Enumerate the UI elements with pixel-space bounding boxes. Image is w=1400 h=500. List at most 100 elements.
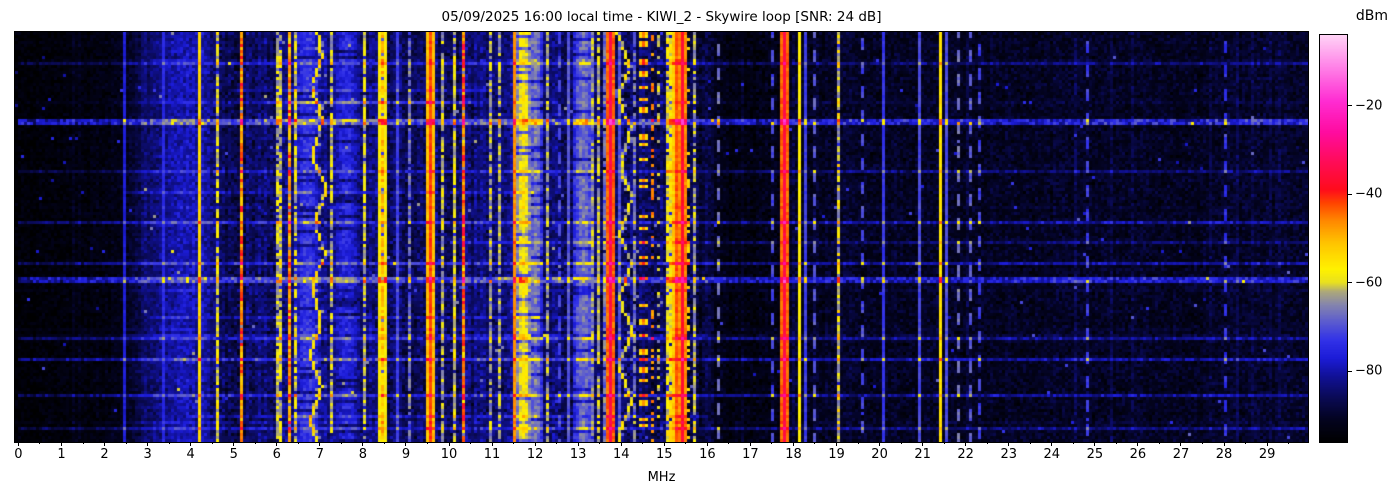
x-minor-tick bbox=[384, 442, 385, 444]
x-tick-label: 3 bbox=[143, 447, 151, 462]
x-major-tick bbox=[578, 442, 579, 446]
x-minor-tick bbox=[1116, 442, 1117, 444]
x-minor-tick bbox=[728, 442, 729, 444]
x-tick-label: 23 bbox=[1000, 447, 1017, 462]
x-tick-label: 18 bbox=[785, 447, 802, 462]
x-major-tick bbox=[1137, 442, 1138, 446]
x-tick-label: 29 bbox=[1259, 447, 1276, 462]
x-tick-label: 7 bbox=[316, 447, 324, 462]
x-minor-tick bbox=[169, 442, 170, 444]
x-tick-label: 1 bbox=[57, 447, 65, 462]
x-minor-tick bbox=[427, 442, 428, 444]
colorbar-tick bbox=[1348, 194, 1352, 195]
x-major-tick bbox=[621, 442, 622, 446]
x-tick-label: 5 bbox=[230, 447, 238, 462]
spectrogram-window: 05/09/2025 16:00 local time - KIWI_2 - S… bbox=[0, 0, 1400, 500]
x-minor-tick bbox=[83, 442, 84, 444]
x-axis-label: MHz bbox=[15, 470, 1308, 485]
x-major-tick bbox=[535, 442, 536, 446]
x-tick-label: 12 bbox=[527, 447, 544, 462]
x-major-tick bbox=[879, 442, 880, 446]
x-major-tick bbox=[1267, 442, 1268, 446]
x-minor-tick bbox=[341, 442, 342, 444]
x-major-tick bbox=[1224, 442, 1225, 446]
x-major-tick bbox=[1051, 442, 1052, 446]
x-major-tick bbox=[362, 442, 363, 446]
x-minor-tick bbox=[1288, 442, 1289, 444]
x-minor-tick bbox=[556, 442, 557, 444]
x-minor-tick bbox=[987, 442, 988, 444]
x-tick-label: 2 bbox=[100, 447, 108, 462]
x-tick-label: 20 bbox=[871, 447, 888, 462]
x-tick-label: 11 bbox=[484, 447, 501, 462]
colorbar-unit-label: dBm bbox=[1347, 8, 1397, 24]
x-tick-label: 21 bbox=[914, 447, 931, 462]
colorbar-tick bbox=[1348, 282, 1352, 283]
x-major-tick bbox=[319, 442, 320, 446]
x-tick-label: 8 bbox=[359, 447, 367, 462]
x-tick-label: 26 bbox=[1130, 447, 1147, 462]
x-tick-label: 22 bbox=[957, 447, 974, 462]
x-major-tick bbox=[449, 442, 450, 446]
plot-title: 05/09/2025 16:00 local time - KIWI_2 - S… bbox=[15, 9, 1308, 25]
x-major-tick bbox=[836, 442, 837, 446]
x-tick-label: 24 bbox=[1044, 447, 1061, 462]
x-major-tick bbox=[190, 442, 191, 446]
x-minor-tick bbox=[771, 442, 772, 444]
x-minor-tick bbox=[599, 442, 600, 444]
x-major-tick bbox=[664, 442, 665, 446]
x-minor-tick bbox=[212, 442, 213, 444]
x-major-tick bbox=[18, 442, 19, 446]
x-minor-tick bbox=[858, 442, 859, 444]
x-tick-label: 19 bbox=[828, 447, 845, 462]
x-tick-label: 16 bbox=[699, 447, 716, 462]
x-minor-tick bbox=[298, 442, 299, 444]
colorbar-tick bbox=[1348, 371, 1352, 372]
x-major-tick bbox=[492, 442, 493, 446]
x-major-tick bbox=[965, 442, 966, 446]
x-major-tick bbox=[1094, 442, 1095, 446]
x-minor-tick bbox=[685, 442, 686, 444]
x-minor-tick bbox=[1159, 442, 1160, 444]
x-major-tick bbox=[1008, 442, 1009, 446]
x-minor-tick bbox=[513, 442, 514, 444]
x-major-tick bbox=[707, 442, 708, 446]
colorbar-tick-label: −20 bbox=[1355, 98, 1382, 113]
x-minor-tick bbox=[1030, 442, 1031, 444]
x-tick-label: 27 bbox=[1173, 447, 1190, 462]
x-minor-tick bbox=[642, 442, 643, 444]
x-major-tick bbox=[793, 442, 794, 446]
x-tick-label: 14 bbox=[613, 447, 630, 462]
x-major-tick bbox=[61, 442, 62, 446]
x-minor-tick bbox=[255, 442, 256, 444]
x-tick-label: 25 bbox=[1087, 447, 1104, 462]
x-major-tick bbox=[233, 442, 234, 446]
colorbar-tick-label: −40 bbox=[1355, 187, 1382, 202]
waterfall-canvas bbox=[15, 32, 1308, 442]
colorbar-canvas bbox=[1320, 35, 1347, 442]
waterfall-plot-frame bbox=[14, 31, 1309, 443]
colorbar-tick bbox=[1348, 105, 1352, 106]
x-minor-tick bbox=[126, 442, 127, 444]
x-minor-tick bbox=[944, 442, 945, 444]
x-minor-tick bbox=[39, 442, 40, 444]
x-minor-tick bbox=[814, 442, 815, 444]
x-minor-tick bbox=[1245, 442, 1246, 444]
x-major-tick bbox=[147, 442, 148, 446]
x-tick-label: 9 bbox=[402, 447, 410, 462]
x-major-tick bbox=[104, 442, 105, 446]
x-major-tick bbox=[1180, 442, 1181, 446]
colorbar-tick-label: −60 bbox=[1355, 275, 1382, 290]
x-minor-tick bbox=[1073, 442, 1074, 444]
x-tick-label: 0 bbox=[14, 447, 22, 462]
x-minor-tick bbox=[1202, 442, 1203, 444]
x-major-tick bbox=[750, 442, 751, 446]
x-minor-tick bbox=[470, 442, 471, 444]
x-tick-label: 4 bbox=[187, 447, 195, 462]
x-major-tick bbox=[405, 442, 406, 446]
colorbar-frame bbox=[1319, 34, 1348, 443]
x-tick-label: 28 bbox=[1216, 447, 1233, 462]
x-major-tick bbox=[922, 442, 923, 446]
x-tick-label: 6 bbox=[273, 447, 281, 462]
colorbar-tick-label: −80 bbox=[1355, 364, 1382, 379]
